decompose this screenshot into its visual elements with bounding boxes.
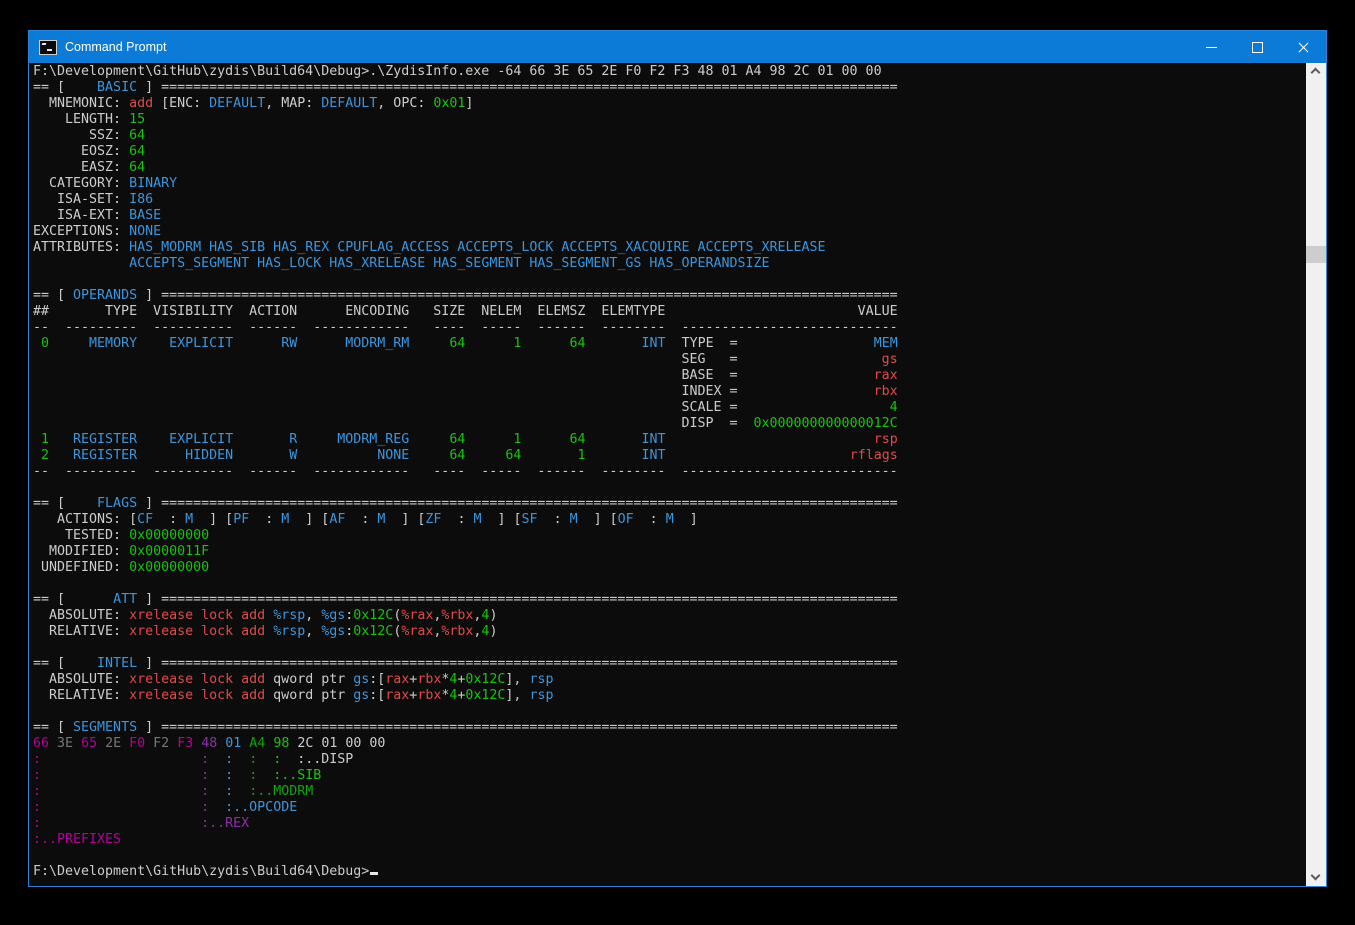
window-title: Command Prompt: [65, 40, 166, 54]
console-line: == [ ATT ] =============================…: [33, 592, 898, 608]
console-line: CATEGORY: BINARY: [33, 176, 898, 192]
console-viewport[interactable]: F:\Development\GitHub\zydis\Build64\Debu…: [29, 63, 1326, 886]
window-controls: [1188, 31, 1326, 63]
console-line: -- --------- ---------- ------ ---------…: [33, 320, 898, 336]
console-line: LENGTH: 15: [33, 112, 898, 128]
console-line: ISA-SET: I86: [33, 192, 898, 208]
console-line: == [ BASIC ] ===========================…: [33, 80, 898, 96]
console-line: F:\Development\GitHub\zydis\Build64\Debu…: [33, 864, 898, 880]
console-line: [33, 272, 898, 288]
scrollbar[interactable]: [1306, 63, 1326, 886]
console-line: 0 MEMORY EXPLICIT RW MODRM_RM 64 1 64 IN…: [33, 336, 898, 352]
console-line: UNDEFINED: 0x00000000: [33, 560, 898, 576]
console-line: SEG = gs: [33, 352, 898, 368]
minimize-icon: [1206, 47, 1217, 48]
chevron-down-icon: [1311, 871, 1321, 881]
console-line: EXCEPTIONS: NONE: [33, 224, 898, 240]
console-line: ISA-EXT: BASE: [33, 208, 898, 224]
console-line: : :..REX: [33, 816, 898, 832]
console-line: : : : : :..SIB: [33, 768, 898, 784]
console-line: [33, 704, 898, 720]
console-line: SCALE = 4: [33, 400, 898, 416]
console-line: TESTED: 0x00000000: [33, 528, 898, 544]
console-line: F:\Development\GitHub\zydis\Build64\Debu…: [33, 64, 898, 80]
console-line: [33, 640, 898, 656]
console-line: ABSOLUTE: xrelease lock add qword ptr gs…: [33, 672, 898, 688]
scroll-up-button[interactable]: [1306, 63, 1326, 80]
console-line: 1 REGISTER EXPLICIT R MODRM_REG 64 1 64 …: [33, 432, 898, 448]
console-output: F:\Development\GitHub\zydis\Build64\Debu…: [33, 64, 898, 880]
console-line: == [ FLAGS ] ===========================…: [33, 496, 898, 512]
console-line: :..PREFIXES: [33, 832, 898, 848]
console-line: BASE = rax: [33, 368, 898, 384]
console-line: ATTRIBUTES: HAS_MODRM HAS_SIB HAS_REX CP…: [33, 240, 898, 256]
console-line: -- --------- ---------- ------ ---------…: [33, 464, 898, 480]
console-line: : : : :..MODRM: [33, 784, 898, 800]
chevron-up-icon: [1311, 68, 1321, 78]
console-line: DISP = 0x000000000000012C: [33, 416, 898, 432]
console-line: ABSOLUTE: xrelease lock add %rsp, %gs:0x…: [33, 608, 898, 624]
console-line: : : :..OPCODE: [33, 800, 898, 816]
console-line: EASZ: 64: [33, 160, 898, 176]
minimize-button[interactable]: [1188, 31, 1234, 63]
console-line: == [ INTEL ] ===========================…: [33, 656, 898, 672]
maximize-button[interactable]: [1234, 31, 1280, 63]
console-line: RELATIVE: xrelease lock add qword ptr gs…: [33, 688, 898, 704]
console-line: EOSZ: 64: [33, 144, 898, 160]
console-line: ## TYPE VISIBILITY ACTION ENCODING SIZE …: [33, 304, 898, 320]
console-line: == [ SEGMENTS ] ========================…: [33, 720, 898, 736]
close-button[interactable]: [1280, 31, 1326, 63]
scroll-down-button[interactable]: [1306, 869, 1326, 886]
console-line: == [ OPERANDS ] ========================…: [33, 288, 898, 304]
cmd-icon: [39, 40, 57, 55]
console-line: MODIFIED: 0x0000011F: [33, 544, 898, 560]
console-line: 2 REGISTER HIDDEN W NONE 64 64 1 INT rfl…: [33, 448, 898, 464]
maximize-icon: [1252, 42, 1263, 53]
console-line: ACCEPTS_SEGMENT HAS_LOCK HAS_XRELEASE HA…: [33, 256, 898, 272]
titlebar[interactable]: Command Prompt: [29, 31, 1326, 63]
console-line: ACTIONS: [CF : M ] [PF : M ] [AF : M ] […: [33, 512, 898, 528]
console-line: INDEX = rbx: [33, 384, 898, 400]
close-icon: [1297, 41, 1310, 54]
console-line: : : : : : :..DISP: [33, 752, 898, 768]
console-line: 66 3E 65 2E F0 F2 F3 48 01 A4 98 2C 01 0…: [33, 736, 898, 752]
command-prompt-window: Command Prompt F:\Development\GitHub\zyd…: [28, 30, 1327, 887]
console-line: RELATIVE: xrelease lock add %rsp, %gs:0x…: [33, 624, 898, 640]
console-line: [33, 480, 898, 496]
scroll-thumb[interactable]: [1306, 246, 1326, 263]
console-line: [33, 576, 898, 592]
console-line: MNEMONIC: add [ENC: DEFAULT, MAP: DEFAUL…: [33, 96, 898, 112]
console-line: [33, 848, 898, 864]
console-line: SSZ: 64: [33, 128, 898, 144]
